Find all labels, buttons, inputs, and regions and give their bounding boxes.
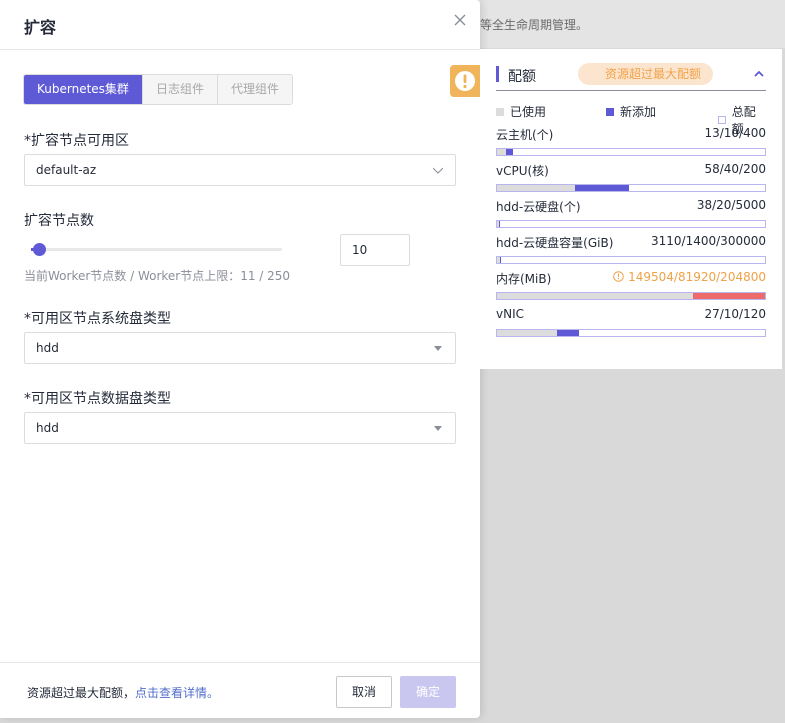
chevron-up-icon[interactable] bbox=[753, 68, 765, 80]
quota-row-bar bbox=[496, 256, 766, 264]
drawer-title: 扩容 bbox=[24, 18, 57, 37]
quota-row-value: 38/20/5000 bbox=[697, 198, 766, 212]
drawer-header: 扩容 bbox=[0, 0, 480, 50]
node-count-hint: 当前Worker节点数 / Worker节点上限：11 / 250 bbox=[24, 269, 291, 283]
quota-legend: 已使用 新添加 总配额 bbox=[496, 103, 766, 136]
quota-row: hdd-云硬盘容量(GiB) 3110/1400/300000 bbox=[496, 234, 766, 270]
quota-row: 内存(MiB) 149504/81920/204800 bbox=[496, 270, 766, 306]
quota-row-value-text: 58/40/200 bbox=[704, 162, 766, 176]
legend-total-swatch bbox=[718, 116, 726, 124]
chevron-down-icon bbox=[433, 167, 443, 174]
quota-bar-new bbox=[557, 330, 579, 336]
quota-row-bar bbox=[496, 184, 766, 192]
data-disk-select[interactable]: hdd bbox=[24, 412, 456, 444]
sys-disk-select-value: hdd bbox=[36, 341, 59, 355]
cancel-button[interactable]: 取消 bbox=[336, 676, 392, 708]
node-count-slider[interactable] bbox=[31, 243, 282, 256]
footer-message: 资源超过最大配额，点击查看详情。 bbox=[27, 684, 219, 701]
warning-circle-icon bbox=[613, 271, 624, 282]
quota-row-value-text: 13/10/400 bbox=[704, 126, 766, 140]
data-disk-label: *可用区节点数据盘类型 bbox=[24, 391, 171, 407]
quota-row-value: 13/10/400 bbox=[704, 126, 766, 140]
drawer-footer: 资源超过最大配额，点击查看详情。 取消 确定 bbox=[0, 662, 480, 718]
quota-title: 配额 bbox=[508, 69, 536, 85]
quota-row-value: 58/40/200 bbox=[704, 162, 766, 176]
quota-bar-used bbox=[497, 149, 506, 155]
zone-select-value: default-az bbox=[36, 163, 97, 177]
quota-bar-used bbox=[497, 293, 693, 299]
quota-row: vCPU(核) 58/40/200 bbox=[496, 162, 766, 198]
quota-row-value-text: 27/10/120 bbox=[704, 307, 766, 321]
quota-row-bar bbox=[496, 148, 766, 156]
quota-row-value: 3110/1400/300000 bbox=[651, 234, 766, 248]
caret-down-icon bbox=[434, 346, 442, 351]
quota-row: 云主机(个) 13/10/400 bbox=[496, 126, 766, 162]
footer-message-text: 资源超过最大配额， bbox=[27, 686, 136, 700]
quota-bar-new bbox=[506, 149, 513, 155]
sys-disk-label: *可用区节点系统盘类型 bbox=[24, 311, 171, 327]
quota-row-bar bbox=[496, 220, 766, 228]
quota-row-name: vCPU(核) bbox=[496, 164, 549, 178]
quota-bar-used bbox=[497, 185, 575, 191]
scale-out-drawer: 扩容 Kubernetes集群 日志组件 代理组件 *扩容节点可用区 default… bbox=[0, 0, 480, 718]
node-count-label: 扩容节点数 bbox=[24, 213, 94, 229]
sys-disk-select[interactable]: hdd bbox=[24, 332, 456, 364]
legend-used: 已使用 bbox=[496, 103, 546, 120]
legend-new-label: 新添加 bbox=[620, 105, 657, 119]
quota-row-bar bbox=[496, 329, 766, 337]
close-icon[interactable] bbox=[452, 12, 468, 28]
quota-header: 配额 资源超过最大配额 bbox=[496, 63, 766, 91]
quota-bar-new bbox=[500, 257, 501, 263]
quota-row-name: vNIC bbox=[496, 307, 524, 321]
quota-row: hdd-云硬盘(个) 38/20/5000 bbox=[496, 198, 766, 234]
quota-row-name: 云主机(个) bbox=[496, 128, 554, 142]
legend-used-label: 已使用 bbox=[510, 105, 547, 119]
zone-select[interactable]: default-az bbox=[24, 154, 456, 186]
slider-handle[interactable] bbox=[32, 243, 46, 256]
legend-new: 新添加 bbox=[606, 103, 656, 120]
caret-down-icon bbox=[434, 426, 442, 431]
zone-label: *扩容节点可用区 bbox=[24, 133, 129, 149]
legend-new-swatch bbox=[606, 107, 614, 116]
tab-1[interactable]: 日志组件 bbox=[141, 75, 217, 104]
component-tabs: Kubernetes集群 日志组件 代理组件 bbox=[23, 74, 293, 105]
view-details-link[interactable]: 点击查看详情。 bbox=[135, 686, 219, 700]
quota-row-name: hdd-云硬盘容量(GiB) bbox=[496, 236, 614, 250]
quota-exceeded-badge: 资源超过最大配额 bbox=[578, 63, 713, 85]
warning-icon bbox=[455, 71, 475, 91]
quota-bar-used bbox=[497, 330, 557, 336]
quota-row-name: 内存(MiB) bbox=[496, 272, 552, 286]
tab-0[interactable]: Kubernetes集群 bbox=[24, 75, 142, 104]
confirm-button[interactable]: 确定 bbox=[400, 676, 456, 708]
quota-row-value: 149504/81920/204800 bbox=[613, 270, 766, 284]
quota-row-value: 27/10/120 bbox=[704, 307, 766, 321]
node-count-input[interactable]: 10 bbox=[340, 234, 410, 266]
quota-title-marker bbox=[496, 66, 499, 82]
quota-bar-new bbox=[575, 185, 629, 191]
quota-warning-toggle[interactable] bbox=[450, 65, 480, 97]
quota-row: vNIC 27/10/120 bbox=[496, 307, 766, 343]
quota-row-value-text: 149504/81920/204800 bbox=[628, 270, 766, 284]
legend-used-swatch bbox=[496, 107, 504, 116]
tab-2[interactable]: 代理组件 bbox=[216, 75, 292, 104]
background-description: 等全生命周期管理。 bbox=[480, 18, 589, 32]
data-disk-select-value: hdd bbox=[36, 421, 59, 435]
quota-panel: 配额 资源超过最大配额 已使用 新添加 总配额 云主机(个) 13/10/400 v… bbox=[480, 49, 782, 369]
quota-row-bar bbox=[496, 292, 766, 300]
quota-row-value-text: 3110/1400/300000 bbox=[651, 234, 766, 248]
quota-row-name: hdd-云硬盘(个) bbox=[496, 200, 581, 214]
quota-bar-overflow bbox=[693, 293, 765, 299]
quota-row-value-text: 38/20/5000 bbox=[696, 198, 766, 212]
quota-bar-new bbox=[499, 221, 500, 227]
